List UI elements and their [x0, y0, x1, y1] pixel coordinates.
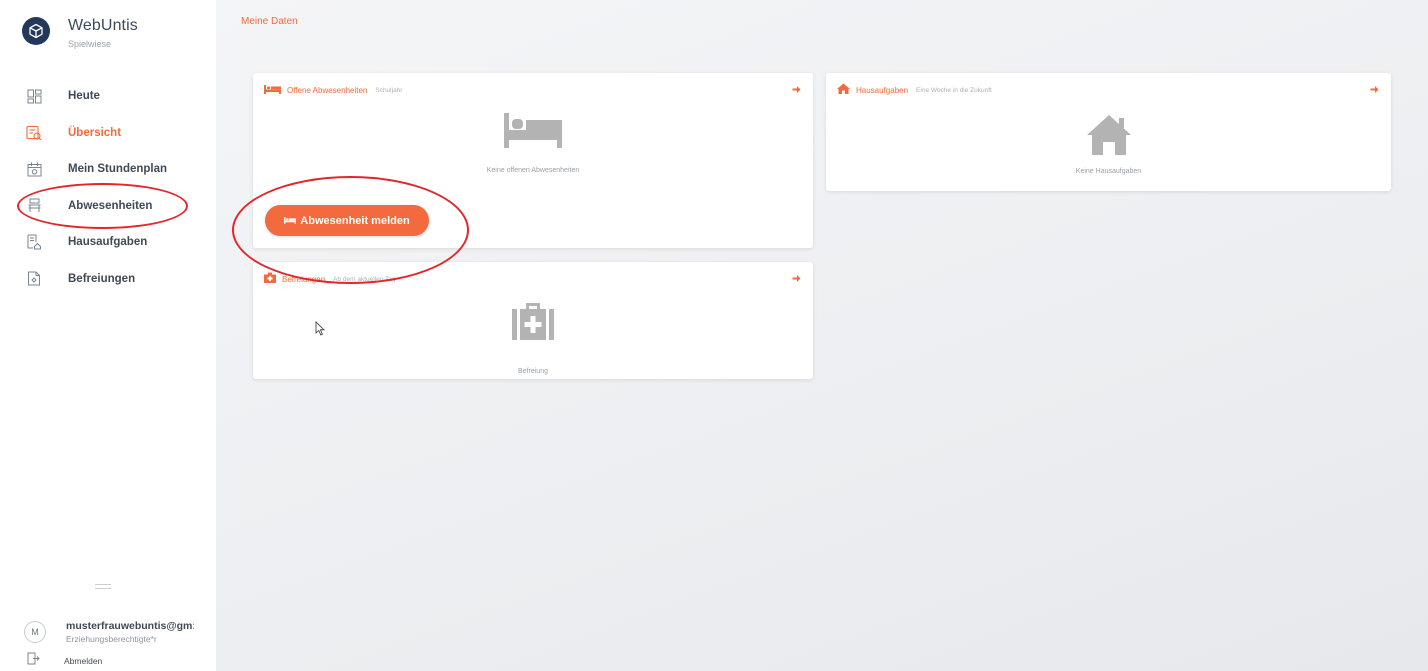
page-title: Meine Daten [241, 16, 298, 27]
overview-icon [26, 125, 42, 141]
sidebar-item-befreiungen[interactable]: Befreiungen [0, 261, 216, 298]
grid-icon [26, 88, 42, 104]
sidebar-item-hausaufgaben[interactable]: Hausaufgaben [0, 224, 216, 261]
sidebar-item-heute[interactable]: Heute [0, 78, 216, 115]
avatar: M [24, 621, 46, 643]
webuntis-logo-icon [22, 17, 50, 45]
arrow-right-icon[interactable] [792, 270, 801, 288]
logout-label: Abmelden [64, 656, 103, 666]
user-role: Erziehungsberechtigte*r [66, 634, 157, 644]
absence-icon [26, 198, 42, 214]
user-profile[interactable]: M musterfrauwebuntis@gm: Erziehungsberec… [24, 620, 194, 644]
bed-icon [264, 81, 281, 99]
logout-button[interactable]: Abmelden [27, 652, 102, 670]
card-subtitle: Ab dem aktuellen Tag [333, 275, 396, 283]
sidebar-item-label: Hausaufgaben [68, 236, 148, 249]
card-subtitle: Schuljahr [375, 86, 403, 94]
medkit-icon [264, 270, 276, 288]
card-title[interactable]: Offene Abwesenheiten [287, 86, 367, 95]
logout-icon [27, 652, 40, 670]
home-icon [837, 81, 850, 99]
arrow-right-icon[interactable] [792, 81, 801, 99]
sidebar-item-label: Mein Stundenplan [68, 163, 168, 176]
homework-card: Hausaufgaben Eine Woche in die Zukunft K… [826, 73, 1391, 191]
medkit-large-icon [253, 302, 813, 340]
sidebar-nav: Heute Übersicht Mein Stundenplan Abwesen… [0, 78, 216, 297]
sidebar-item-label: Heute [68, 90, 100, 103]
brand-subtitle: Spielwiese [68, 39, 112, 49]
home-large-icon [826, 113, 1391, 155]
user-email: musterfrauwebuntis@gm: [66, 620, 194, 632]
sidebar-item-abwesenheiten[interactable]: Abwesenheiten [0, 188, 216, 225]
exemption-icon [26, 271, 42, 287]
brand-name: WebUntis [68, 17, 138, 34]
open-absences-card: Offene Abwesenheiten Schuljahr Keine off… [253, 73, 813, 248]
sidebar-item-label: Befreiungen [68, 272, 136, 285]
card-title[interactable]: Befreiungen [282, 275, 325, 284]
card-title[interactable]: Hausaufgaben [856, 86, 908, 95]
report-absence-label: Abwesenheit melden [300, 214, 410, 227]
bed-icon [284, 217, 297, 224]
main-content: Meine Daten Offene Abwesenheiten Schulja… [216, 0, 1428, 671]
arrow-right-icon[interactable] [1370, 81, 1379, 99]
sidebar-item-label: Übersicht [68, 126, 122, 139]
sidebar-item-uebersicht[interactable]: Übersicht [0, 115, 216, 152]
mouse-cursor-icon [315, 321, 325, 341]
homework-icon [26, 234, 42, 250]
empty-message: Keine offenen Abwesenheiten [486, 167, 580, 174]
sidebar-collapse-handle[interactable] [95, 584, 111, 592]
sidebar-item-stundenplan[interactable]: Mein Stundenplan [0, 151, 216, 188]
sidebar: WebUntis Spielwiese Heute Übersicht Mein… [0, 0, 216, 671]
bed-large-icon [253, 113, 813, 148]
exemptions-card: Befreiungen Ab dem aktuellen Tag Befreiu… [253, 262, 813, 379]
empty-message: Befreiung [518, 368, 548, 375]
card-subtitle: Eine Woche in die Zukunft [916, 86, 992, 94]
calendar-icon [26, 161, 42, 177]
report-absence-button[interactable]: Abwesenheit melden [265, 205, 429, 236]
empty-message: Keine Hausaufgaben [1075, 168, 1142, 175]
sidebar-item-label: Abwesenheiten [68, 199, 153, 212]
brand[interactable]: WebUntis Spielwiese [22, 17, 138, 49]
